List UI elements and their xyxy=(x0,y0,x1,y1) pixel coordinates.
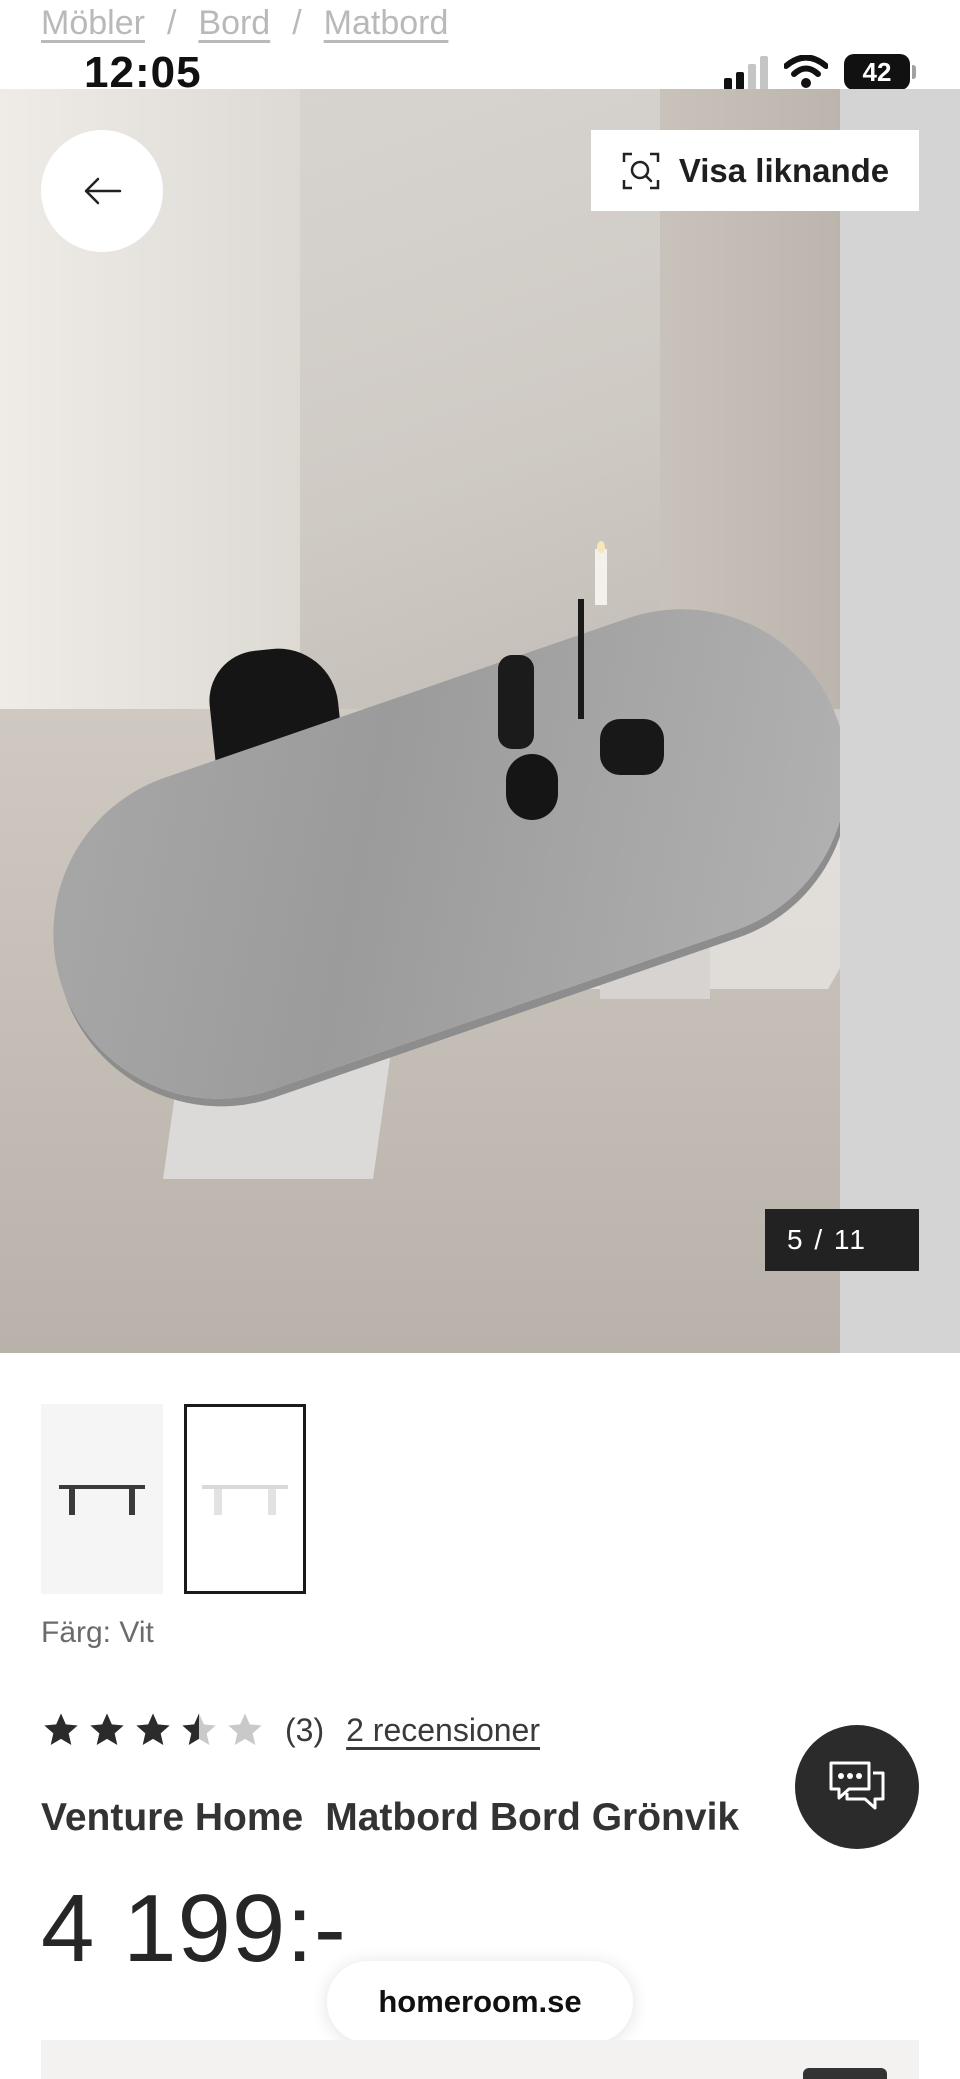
status-icons: 42 xyxy=(724,54,916,90)
table-thumbnail-image xyxy=(202,1485,288,1515)
candle-flame xyxy=(597,541,605,553)
thumbnail-white-table[interactable] xyxy=(184,1404,306,1594)
back-button[interactable] xyxy=(41,130,163,252)
color-label: Färg: Vit xyxy=(41,1616,154,1649)
rating-row: (3) 2 recensioner xyxy=(41,1710,540,1750)
bottom-panel xyxy=(41,2040,919,2079)
bottom-tab[interactable] xyxy=(803,2068,887,2079)
visa-liknande-button[interactable]: Visa liknande xyxy=(591,130,919,211)
arrow-left-icon xyxy=(84,177,122,205)
star-rating xyxy=(41,1710,265,1750)
breadcrumb: Möbler / Bord / Matbord xyxy=(41,4,448,43)
star-half-icon xyxy=(182,1713,216,1745)
product-price: 4 199:- xyxy=(41,1875,347,1982)
table-thumbnail-image xyxy=(59,1485,145,1515)
breadcrumb-link-mobler[interactable]: Möbler xyxy=(41,4,145,43)
breadcrumb-link-bord[interactable]: Bord xyxy=(198,4,270,43)
product-title: Venture Home Matbord Bord Grönvik xyxy=(41,1796,739,1840)
reviews-link[interactable]: 2 recensioner xyxy=(346,1712,540,1749)
visa-liknande-label: Visa liknande xyxy=(678,151,890,189)
product-brand[interactable]: Venture Home xyxy=(41,1796,303,1840)
battery-icon: 42 xyxy=(844,54,916,90)
breadcrumb-link-matbord[interactable]: Matbord xyxy=(324,4,449,43)
star-filled-icon xyxy=(90,1713,124,1745)
vase xyxy=(498,655,534,749)
breadcrumb-separator: / xyxy=(166,4,177,42)
browser-url-bar[interactable]: homeroom.se xyxy=(327,1961,633,2043)
candle xyxy=(595,549,607,605)
star-empty-icon xyxy=(228,1713,262,1745)
wifi-icon xyxy=(784,55,828,88)
vase xyxy=(506,754,558,820)
candle-holder xyxy=(578,599,584,719)
signal-icon xyxy=(724,54,768,90)
product-name: Matbord Bord Grönvik xyxy=(325,1796,740,1839)
next-image-peek[interactable] xyxy=(840,89,960,1353)
visual-search-icon xyxy=(622,152,660,189)
vase xyxy=(600,719,664,775)
review-count: (3) xyxy=(285,1711,325,1748)
star-filled-icon xyxy=(136,1713,170,1745)
chat-button[interactable] xyxy=(795,1725,919,1849)
thumbnail-black-table[interactable] xyxy=(41,1404,163,1594)
breadcrumb-separator: / xyxy=(292,4,302,42)
product-image[interactable] xyxy=(0,89,840,1353)
star-filled-icon xyxy=(44,1713,78,1745)
image-counter: 5 / 11 xyxy=(765,1209,919,1271)
chat-bubbles-icon xyxy=(829,1761,885,1810)
